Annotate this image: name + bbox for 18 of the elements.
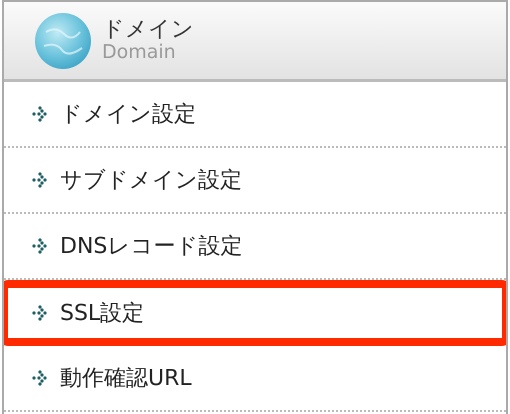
menu-item[interactable]: ドメイン設定 [4,82,506,148]
menu-item-label: サブドメイン設定 [60,167,242,195]
menu-item-label: ドメイン設定 [60,101,196,129]
menu-item-label: SSL設定 [60,300,144,328]
menu-item-label: 動作確認URL [60,365,192,393]
dotted-arrow-icon [32,106,48,122]
header-subtitle: Domain [102,42,177,64]
dotted-arrow-icon [32,370,48,386]
menu-item[interactable]: DNSレコード設定 [4,214,506,280]
dotted-arrow-icon [32,172,48,188]
menu-item[interactable]: 動作確認URL [4,346,506,412]
dotted-arrow-icon [32,238,48,254]
dotted-arrow-icon [32,305,48,321]
globe-icon [34,12,92,70]
menu-item[interactable]: サブドメイン設定 [4,148,506,214]
header-title: ドメイン [102,18,194,42]
menu-item-label: DNSレコード設定 [60,233,242,261]
menu-item[interactable]: SSL設定 [4,280,506,346]
